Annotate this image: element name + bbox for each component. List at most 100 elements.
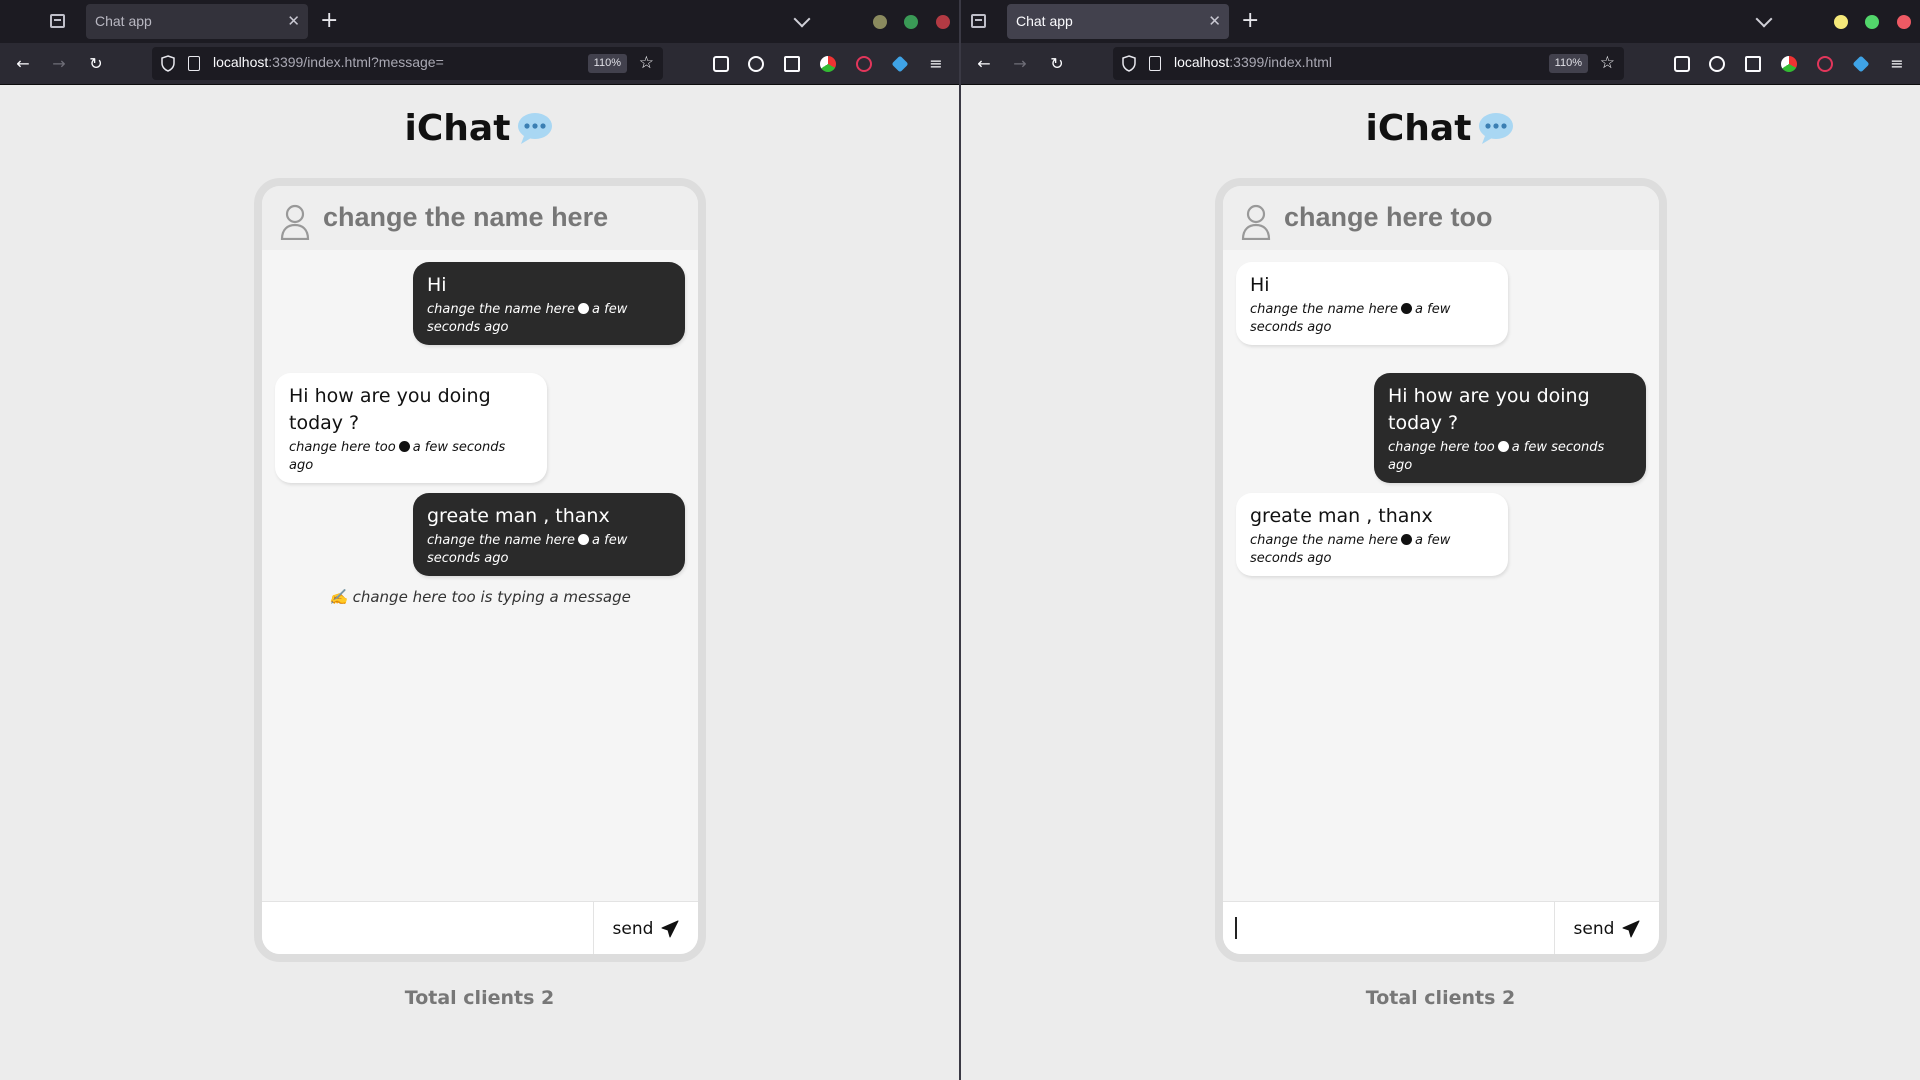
tab-chat-app[interactable]: Chat app ✕	[86, 4, 308, 39]
message-author: change the name here	[1250, 302, 1399, 317]
message-meta: change the name here a few seconds ago	[427, 532, 671, 568]
app-title-text: iChat	[404, 108, 511, 149]
app-title: iChat	[0, 108, 959, 149]
chat-header: change here too	[1223, 186, 1659, 250]
message-text: Hi	[427, 274, 447, 296]
chat-bubble-icon	[1477, 112, 1515, 144]
star-icon[interactable]: ☆	[639, 52, 654, 74]
plus-icon[interactable]: +	[320, 8, 338, 34]
url-bar[interactable]: localhost:3399/index.html?message= 110% …	[152, 47, 663, 80]
send-label: send	[612, 918, 654, 939]
separator-dot	[1401, 534, 1413, 545]
send-label: send	[1573, 918, 1615, 939]
typing-indicator: ✍️ change here too is typing a message	[329, 588, 631, 606]
message-bubble: Hi how are you doing today ? change here…	[275, 373, 547, 483]
tab-list-icon[interactable]	[971, 14, 986, 28]
tracking-shield-icon[interactable]	[160, 55, 176, 72]
paper-plane-icon	[661, 920, 679, 937]
message-text: greate man , thanx	[427, 505, 610, 527]
extension-gem-icon[interactable]	[891, 55, 909, 73]
menu-icon[interactable]: ≡	[1886, 53, 1908, 75]
message-input[interactable]	[1223, 902, 1554, 954]
reload-icon[interactable]: ↻	[1046, 53, 1068, 75]
close-icon[interactable]: ✕	[287, 11, 300, 31]
send-button[interactable]: send	[593, 902, 698, 954]
reload-icon[interactable]: ↻	[85, 53, 107, 75]
extension-record-icon[interactable]	[1817, 56, 1833, 72]
text-caret	[1235, 917, 1237, 939]
close-dot[interactable]	[1897, 15, 1911, 29]
url-bar[interactable]: localhost:3399/index.html 110% ☆	[1113, 47, 1624, 80]
separator-dot	[398, 441, 410, 452]
browser-window-left: Chat app ✕ + ← → ↻ localhost:3399/index.…	[0, 0, 959, 1080]
tab-title: Chat app	[1016, 13, 1073, 29]
tracking-shield-icon[interactable]	[1121, 55, 1137, 72]
chat-username[interactable]: change the name here	[323, 202, 608, 233]
chat-panel: change the name here Hi change the name …	[254, 178, 706, 962]
message-text: Hi how are you doing today ?	[289, 385, 491, 434]
account-icon[interactable]	[1709, 56, 1725, 72]
pocket-icon[interactable]	[713, 56, 729, 72]
paper-plane-icon	[1622, 920, 1640, 937]
close-icon[interactable]: ✕	[1208, 11, 1221, 31]
zoom-badge[interactable]: 110%	[587, 54, 627, 73]
maximize-dot[interactable]	[1865, 15, 1879, 29]
extension-color-icon[interactable]	[820, 56, 836, 72]
page-content: iChat change here too Hi change the name…	[961, 86, 1920, 1080]
message-text: Hi	[1250, 274, 1270, 296]
url-text[interactable]: localhost:3399/index.html	[1174, 54, 1332, 70]
back-arrow-icon[interactable]: ←	[973, 53, 995, 75]
message-bubble: Hi how are you doing today ? change here…	[1374, 373, 1646, 483]
plus-icon[interactable]: +	[1241, 8, 1259, 34]
account-icon[interactable]	[748, 56, 764, 72]
message-list: Hi change the name here a few seconds ago…	[262, 250, 698, 905]
extension-record-icon[interactable]	[856, 56, 872, 72]
separator-dot	[578, 534, 590, 545]
tab-chat-app[interactable]: Chat app ✕	[1007, 4, 1229, 39]
total-clients: Total clients 2	[404, 987, 555, 1009]
composer: send	[1223, 901, 1659, 954]
separator-dot	[1497, 441, 1509, 452]
pocket-icon[interactable]	[1674, 56, 1690, 72]
zoom-badge[interactable]: 110%	[1548, 54, 1588, 73]
message-input[interactable]	[262, 902, 593, 954]
extension-color-icon[interactable]	[1781, 56, 1797, 72]
message-meta: change the name here a few seconds ago	[1250, 532, 1494, 568]
chat-username[interactable]: change here too	[1284, 202, 1493, 233]
menu-icon[interactable]: ≡	[925, 53, 947, 75]
app-title-text: iChat	[1365, 108, 1472, 149]
close-dot[interactable]	[936, 15, 950, 29]
url-text[interactable]: localhost:3399/index.html?message=	[213, 54, 444, 70]
tab-bar: Chat app ✕ +	[961, 0, 1920, 43]
minimize-dot[interactable]	[873, 15, 887, 29]
message-bubble: Hi change the name here a few seconds ago	[1236, 262, 1508, 345]
message-author: change here too	[289, 440, 396, 455]
star-icon[interactable]: ☆	[1600, 52, 1615, 74]
extensions-icon[interactable]	[784, 56, 800, 72]
separator-dot	[1401, 303, 1413, 314]
page-icon	[1149, 56, 1161, 71]
maximize-dot[interactable]	[904, 15, 918, 29]
app-title: iChat	[961, 108, 1920, 149]
chevron-down-icon[interactable]	[793, 10, 811, 28]
chevron-down-icon[interactable]	[1755, 10, 1773, 28]
extension-gem-icon[interactable]	[1852, 55, 1870, 73]
message-bubble: greate man , thanx change the name here a…	[413, 493, 685, 576]
tab-list-icon[interactable]	[50, 14, 65, 28]
message-author: change the name here	[1250, 533, 1399, 548]
page-icon	[188, 56, 200, 71]
message-bubble: greate man , thanx change the name here a…	[1236, 493, 1508, 576]
page-content: iChat change the name here Hi change the…	[0, 86, 959, 1080]
separator-dot	[578, 303, 590, 314]
message-bubble: Hi change the name here a few seconds ago	[413, 262, 685, 345]
forward-arrow-icon[interactable]: →	[1009, 53, 1031, 75]
message-meta: change the name here a few seconds ago	[1250, 301, 1494, 337]
message-author: change the name here	[427, 533, 576, 548]
minimize-dot[interactable]	[1834, 15, 1848, 29]
back-arrow-icon[interactable]: ←	[12, 53, 34, 75]
forward-arrow-icon[interactable]: →	[48, 53, 70, 75]
extensions-icon[interactable]	[1745, 56, 1761, 72]
tab-bar: Chat app ✕ +	[0, 0, 959, 43]
send-button[interactable]: send	[1554, 902, 1659, 954]
user-icon	[1241, 204, 1271, 240]
